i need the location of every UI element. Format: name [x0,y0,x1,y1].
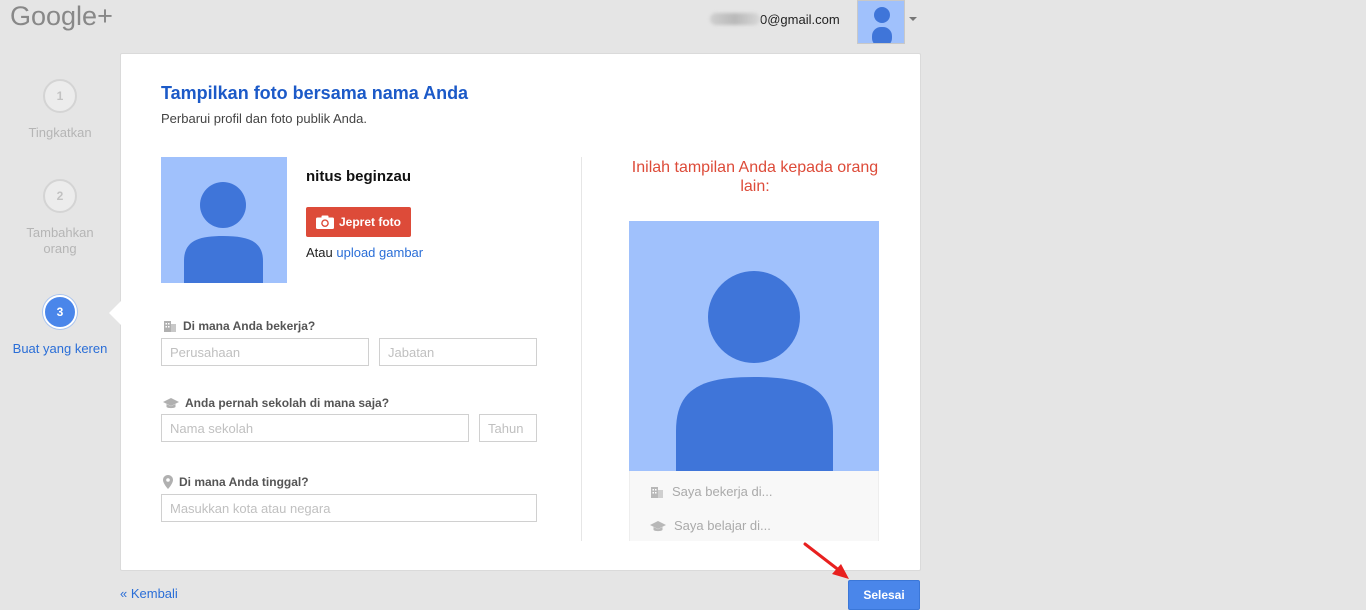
step-1[interactable]: 1 Tingkatkan [0,79,120,141]
building-icon [164,321,176,332]
take-photo-button[interactable]: Jepret foto [306,207,411,237]
card-subtitle: Perbarui profil dan foto publik Anda. [161,111,367,126]
location-pin-icon [163,475,173,489]
upload-image-link[interactable]: upload gambar [336,245,423,260]
step-2-label: Tambahkan orang [26,225,94,256]
profile-name: nitus beginzau [306,168,411,185]
step-3-number: 3 [43,295,77,329]
building-icon [651,486,663,498]
upload-line: Atau upload gambar [306,245,423,260]
take-photo-label: Jepret foto [338,215,401,229]
step-1-label: Tingkatkan [28,125,92,140]
account-avatar[interactable] [857,0,905,44]
red-arrow-annotation-icon [803,542,849,579]
step-2-number: 2 [43,179,77,213]
preview-work-row: Saya bekerja di... [650,484,772,499]
card-title: Tampilkan foto bersama nama Anda [161,83,469,103]
blurred-email-prefix [710,13,760,25]
profile-card: Tampilkan foto bersama nama Anda Perbaru… [109,53,921,571]
done-button[interactable]: Selesai [848,580,920,610]
step-1-number: 1 [43,79,77,113]
company-input[interactable] [161,338,369,366]
account-email[interactable]: 0@gmail.com [710,12,840,27]
preview-info-panel: Saya bekerja di... Saya belajar di... [629,471,879,541]
school-input[interactable] [161,414,469,442]
preview-photo [629,221,879,471]
preview-title: Inilah tampilan Anda kepada orang lain: [631,159,879,195]
location-question: Di mana Anda tinggal? [163,475,309,489]
person-silhouette-icon [872,7,892,43]
preview-work-text: Saya bekerja di... [672,484,773,499]
position-input[interactable] [379,338,537,366]
person-silhouette-icon [184,182,263,283]
city-input[interactable] [161,494,537,522]
work-question: Di mana Anda bekerja? [163,319,315,333]
location-question-text: Di mana Anda tinggal? [179,475,309,489]
upload-prefix: Atau [306,245,333,260]
step-3-label: Buat yang keren [12,341,108,356]
graduation-cap-icon [650,520,666,531]
profile-photo[interactable] [161,157,287,283]
google-plus-logo[interactable]: Google+ [10,1,113,32]
preview-study-row: Saya belajar di... [650,518,771,533]
account-dropdown-caret-icon[interactable] [909,17,917,21]
graduation-cap-icon [163,398,179,409]
work-question-text: Di mana Anda bekerja? [183,319,316,333]
camera-icon [315,215,334,229]
school-question-text: Anda pernah sekolah di mana saja? [185,396,390,410]
person-silhouette-icon [676,271,833,471]
step-3[interactable]: 3 Buat yang keren [0,295,120,357]
email-suffix: 0@gmail.com [760,12,840,27]
back-link[interactable]: « Kembali [120,586,178,601]
school-question: Anda pernah sekolah di mana saja? [163,396,389,410]
preview-study-text: Saya belajar di... [674,518,771,533]
step-2[interactable]: 2 Tambahkan orang [0,179,120,257]
year-input[interactable] [479,414,537,442]
column-divider [581,157,582,541]
